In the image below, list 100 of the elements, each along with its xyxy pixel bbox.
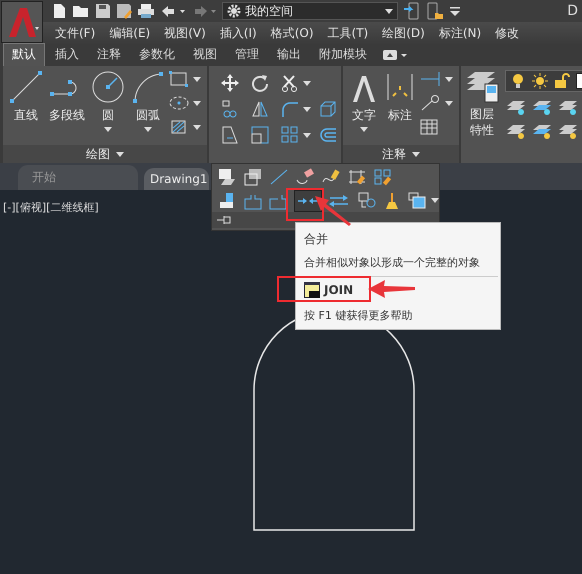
caret-icon[interactable] — [445, 76, 453, 82]
caret-icon[interactable] — [193, 76, 201, 82]
arc-icon — [131, 70, 165, 104]
lightbulb-icon — [510, 73, 526, 89]
offset-icon[interactable] — [319, 126, 337, 144]
caret-icon[interactable] — [412, 152, 420, 156]
copy-icon[interactable] — [221, 100, 239, 118]
ribbon-toggle-icon[interactable] — [383, 49, 409, 61]
edit-hatch-icon[interactable] — [217, 168, 237, 186]
tool-label[interactable]: 文字 — [352, 107, 376, 124]
menu-item[interactable]: 标注(N) — [438, 24, 482, 42]
print-icon[interactable] — [137, 3, 155, 19]
command-window-icon — [304, 282, 320, 298]
menu-item[interactable]: 绘图(D) — [382, 24, 425, 42]
sun-icon — [532, 73, 548, 89]
ribbon-tab[interactable]: 附加模块 — [311, 44, 375, 66]
layer-tool-icon[interactable] — [505, 98, 527, 116]
ribbon-tab[interactable]: 参数化 — [131, 44, 183, 66]
layer-tool-icon[interactable] — [531, 98, 553, 116]
stretch-icon[interactable] — [221, 126, 239, 144]
help-hint: 按 F1 键获得更多帮助 — [304, 308, 414, 323]
rotate-icon[interactable] — [251, 74, 269, 92]
save-as-icon[interactable] — [116, 3, 132, 19]
caret-icon[interactable] — [360, 127, 368, 132]
tool-label[interactable]: 直线 — [14, 107, 38, 124]
edit-polyline-icon[interactable] — [347, 168, 367, 186]
phone-folder-icon[interactable] — [426, 2, 444, 20]
caret-icon[interactable] — [303, 106, 311, 112]
tool-label[interactable]: 标注 — [388, 107, 412, 124]
mirror-icon[interactable] — [251, 100, 269, 118]
scissors-icon[interactable] — [281, 74, 299, 92]
caret-icon[interactable] — [303, 132, 311, 138]
tool-label[interactable]: 圆弧 — [136, 107, 160, 124]
line-icon[interactable] — [269, 168, 289, 186]
draw-order-front-icon[interactable] — [407, 192, 428, 210]
ellipse-icon[interactable] — [169, 94, 189, 112]
line-icon — [9, 70, 43, 104]
panel-title[interactable]: 绘图 — [86, 146, 110, 162]
viewport-controls[interactable]: [-][俯视][二维线框] — [3, 200, 99, 215]
menu-item[interactable]: 视图(V) — [164, 24, 206, 42]
tool-label[interactable]: 图层特性 — [469, 107, 495, 138]
new-file-icon[interactable] — [51, 3, 67, 19]
callout-arrow — [313, 194, 353, 228]
menu-item[interactable]: 插入(I) — [220, 24, 257, 42]
menu-item[interactable]: 编辑(E) — [109, 24, 150, 42]
file-tab[interactable]: Drawing1 — [144, 168, 209, 190]
edit-array-icon[interactable] — [373, 168, 393, 186]
open-folder-icon[interactable] — [72, 3, 90, 19]
cube-icon[interactable] — [319, 100, 337, 118]
menu-item[interactable]: 工具(T) — [328, 24, 368, 42]
gear-icon — [227, 4, 241, 18]
caret-icon — [385, 8, 393, 14]
pin-icon[interactable] — [216, 214, 232, 226]
ribbon-tab[interactable]: 插入 — [47, 44, 87, 66]
layer-tool-icon[interactable] — [505, 122, 527, 140]
eraser-icon[interactable] — [295, 168, 315, 186]
linear-dimension-icon[interactable] — [419, 70, 441, 88]
tooltip-description: 合并相似对象以形成一个完整的对象 — [304, 255, 481, 270]
ribbon-tab[interactable]: 输出 — [269, 44, 309, 66]
caret-icon[interactable] — [445, 100, 453, 106]
tool-label[interactable]: 多段线 — [49, 107, 85, 124]
layer-stack-icon[interactable] — [465, 70, 499, 104]
caret-icon[interactable] — [303, 80, 311, 86]
tool-label[interactable]: 圆 — [102, 107, 114, 124]
caret-icon[interactable] — [144, 127, 152, 132]
ribbon-tab[interactable]: 默认 — [3, 43, 45, 66]
save-icon[interactable] — [95, 3, 111, 19]
draw-order-icon[interactable] — [243, 168, 263, 186]
circle-icon — [91, 70, 125, 104]
scale-icon[interactable] — [251, 126, 269, 144]
rectangle-icon[interactable] — [169, 70, 189, 88]
caret-icon[interactable] — [116, 152, 124, 156]
leader-icon[interactable] — [419, 94, 441, 112]
caret-icon[interactable] — [193, 124, 201, 130]
customize-dropdown-icon[interactable] — [449, 5, 461, 17]
caret-icon[interactable] — [104, 127, 112, 132]
menu-item[interactable]: 格式(O) — [270, 24, 314, 42]
panel-title[interactable]: 注释 — [382, 146, 406, 162]
ribbon-tab[interactable]: 管理 — [227, 44, 267, 66]
array-icon[interactable] — [281, 126, 299, 144]
layer-tool-icon[interactable] — [557, 122, 579, 140]
ribbon-tab[interactable]: 视图 — [185, 44, 225, 66]
move-icon[interactable] — [221, 74, 239, 92]
menu-item[interactable]: 修改 — [495, 24, 520, 42]
fillet-icon[interactable] — [281, 100, 299, 118]
tooltip-title: 合并 — [304, 231, 329, 248]
command-name: JOIN — [324, 283, 354, 297]
callout-arrow — [367, 279, 417, 299]
layer-dropdown[interactable] — [505, 70, 582, 92]
layer-tool-icon[interactable] — [531, 122, 553, 140]
copy-objects-icon[interactable] — [356, 192, 378, 210]
workspace-dropdown[interactable]: 我的空间 — [222, 2, 398, 20]
application-menu-button[interactable] — [1, 1, 43, 43]
undo-icon[interactable] — [160, 3, 186, 19]
layer-tool-icon[interactable] — [557, 98, 579, 116]
caret-icon[interactable] — [431, 198, 440, 203]
menu-item[interactable]: 文件(F) — [55, 24, 96, 42]
caret-icon[interactable] — [193, 100, 201, 106]
ribbon-tab[interactable]: 注释 — [89, 44, 129, 66]
phone-import-icon[interactable] — [403, 2, 421, 20]
